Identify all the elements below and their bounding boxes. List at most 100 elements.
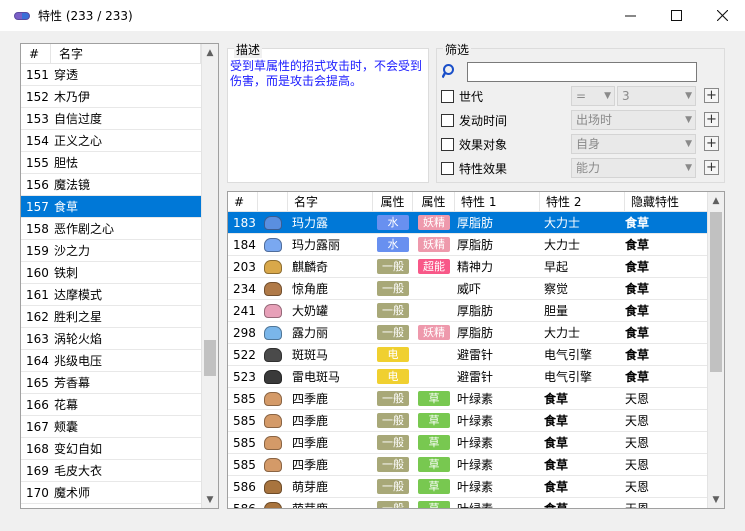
generation-checkbox[interactable] bbox=[441, 89, 454, 103]
pokemon-name: 四季鹿 bbox=[292, 458, 329, 472]
type2-cell: 草 bbox=[413, 432, 455, 453]
col-header-ability1[interactable]: 特性 1 bbox=[455, 192, 540, 211]
ability-name: 自信过度 bbox=[54, 112, 103, 126]
ability1: 叶绿素 bbox=[457, 436, 494, 450]
ability-list-item[interactable]: 160 铁刺 bbox=[21, 262, 218, 284]
ability-list-item[interactable]: 159 沙之力 bbox=[21, 240, 218, 262]
filter-row-target: 效果对象 bbox=[441, 134, 507, 154]
pokemon-table[interactable]: # 名字 属性 属性 特性 1 特性 2 隐藏特性 183 玛力露水妖精 厚脂肪 大力… bbox=[227, 191, 725, 509]
filter-row-trigger: 发动时间 bbox=[441, 110, 507, 130]
ability-list-item[interactable]: 158 恶作剧之心 bbox=[21, 218, 218, 240]
pokemon-row[interactable]: 184 玛力露丽 水妖精 厚脂肪 大力士 食草 bbox=[228, 234, 724, 256]
title-bar: 特性 (233 / 233) bbox=[0, 0, 745, 31]
ability-list-item[interactable]: 166 花幕 bbox=[21, 394, 218, 416]
pokemon-row[interactable]: 241 大奶罐 一般 厚脂肪 胆量 食草 bbox=[228, 300, 724, 322]
close-icon bbox=[716, 10, 728, 21]
pokemon-icon-cell bbox=[258, 300, 288, 321]
scroll-down-icon[interactable]: ▼ bbox=[202, 491, 218, 508]
pokemon-icon-cell bbox=[258, 454, 288, 475]
ability-list-item[interactable]: 152 木乃伊 bbox=[21, 86, 218, 108]
trigger-add-button[interactable]: + bbox=[704, 112, 719, 127]
scroll-thumb[interactable] bbox=[204, 340, 216, 376]
ability-list-item[interactable]: 151 穿透 bbox=[21, 64, 218, 86]
pokemon-name: 斑斑马 bbox=[292, 348, 329, 362]
pokemon-num: 234 bbox=[233, 282, 256, 296]
ability-list-item[interactable]: 155 胆怯 bbox=[21, 152, 218, 174]
ability-list-item[interactable]: 153 自信过度 bbox=[21, 108, 218, 130]
col-header-hidden-ability[interactable]: 隐藏特性 bbox=[625, 192, 708, 211]
generation-value-select[interactable]: 3 ▼ bbox=[617, 86, 696, 106]
zebstrika-icon bbox=[264, 369, 282, 384]
hidden-ability: 天恩 bbox=[625, 392, 650, 406]
minimize-button[interactable] bbox=[607, 0, 653, 31]
pokemon-num: 298 bbox=[233, 326, 256, 340]
window-title: 特性 (233 / 233) bbox=[38, 9, 133, 23]
close-button[interactable] bbox=[699, 0, 745, 31]
ability-list-item[interactable]: 168 变幻自如 bbox=[21, 438, 218, 460]
generation-label: 世代 bbox=[459, 89, 484, 104]
ability-list-item[interactable]: 165 芳香幕 bbox=[21, 372, 218, 394]
description-box: 描述 受到草属性的招式攻击时，不会受到伤害，而是攻击会提高。 bbox=[227, 41, 429, 183]
col-header-name[interactable]: 名字 bbox=[288, 192, 373, 211]
ability2: 食草 bbox=[544, 414, 569, 428]
pokemon-name: 大奶罐 bbox=[292, 304, 329, 318]
pokemon-row[interactable]: 586 萌芽鹿 一般草叶绿素 食草 天恩 bbox=[228, 476, 724, 498]
ability-list-item[interactable]: 164 兆级电压 bbox=[21, 350, 218, 372]
trigger-select[interactable]: 出场时 ▼ bbox=[571, 110, 696, 130]
col-header-ability2[interactable]: 特性 2 bbox=[540, 192, 625, 211]
ability-list-item[interactable]: 169 毛皮大衣 bbox=[21, 460, 218, 482]
ability-list-item[interactable]: 154 正义之心 bbox=[21, 130, 218, 152]
scroll-up-icon[interactable]: ▲ bbox=[708, 192, 724, 209]
ability-list-item[interactable]: 161 达摩模式 bbox=[21, 284, 218, 306]
effect-checkbox[interactable] bbox=[441, 161, 454, 175]
pokemon-row[interactable]: 522 斑斑马 电 避雷针 电气引擎 食草 bbox=[228, 344, 724, 366]
effect-select[interactable]: 能力 ▼ bbox=[571, 158, 696, 178]
pokemon-row[interactable]: 585 四季鹿 一般草叶绿素 食草 天恩 bbox=[228, 454, 724, 476]
col-header-num[interactable]: # bbox=[21, 44, 51, 63]
pokemon-row[interactable]: 585 四季鹿 一般草叶绿素 食草 天恩 bbox=[228, 388, 724, 410]
pokemon-row[interactable]: 586 萌芽鹿 一般草叶绿素 食草 天恩 bbox=[228, 498, 724, 509]
ability-list-item[interactable]: 170 魔术师 bbox=[21, 482, 218, 504]
ability-name: 涡轮火焰 bbox=[54, 332, 103, 346]
scroll-up-icon[interactable]: ▲ bbox=[202, 44, 218, 61]
maximize-button[interactable] bbox=[653, 0, 699, 31]
search-input[interactable] bbox=[467, 62, 697, 82]
target-add-button[interactable]: + bbox=[704, 136, 719, 151]
ability-num: 168 bbox=[26, 442, 49, 456]
target-checkbox[interactable] bbox=[441, 137, 454, 151]
ability-list-item[interactable]: 167 颊囊 bbox=[21, 416, 218, 438]
ability-list-item[interactable]: 163 涡轮火焰 bbox=[21, 328, 218, 350]
col-header-type2[interactable]: 属性 bbox=[413, 192, 455, 211]
scroll-thumb[interactable] bbox=[710, 212, 722, 372]
hidden-ability: 食草 bbox=[625, 348, 650, 362]
pokemon-row[interactable]: 523 雷电斑马 电 避雷针 电气引擎 食草 bbox=[228, 366, 724, 388]
col-header-type1[interactable]: 属性 bbox=[373, 192, 413, 211]
ability-list-item[interactable]: 157 食草 bbox=[21, 196, 218, 218]
col-header-num[interactable]: # bbox=[228, 192, 258, 211]
ability1: 叶绿素 bbox=[457, 502, 494, 509]
col-header-name[interactable]: 名字 bbox=[51, 44, 201, 63]
col-header-icon[interactable] bbox=[258, 192, 288, 211]
pokemon-row[interactable]: 585 四季鹿 一般草叶绿素 食草 天恩 bbox=[228, 432, 724, 454]
trigger-checkbox[interactable] bbox=[441, 113, 454, 127]
ability-list[interactable]: # 名字 151 穿透 152 木乃伊 153 自信过度 154 正义之心 155 胆怯 156 魔法… bbox=[20, 43, 219, 509]
target-select[interactable]: 自身 ▼ bbox=[571, 134, 696, 154]
ability-list-item[interactable]: 156 魔法镜 bbox=[21, 174, 218, 196]
ability-name: 花幕 bbox=[54, 398, 79, 412]
pokemon-row[interactable]: 183 玛力露 水妖精 厚脂肪 大力士 食草 bbox=[228, 212, 724, 234]
scroll-down-icon[interactable]: ▼ bbox=[708, 491, 724, 508]
ability-list-scrollbar[interactable]: ▲ ▼ bbox=[201, 44, 218, 508]
ability-list-item[interactable]: 162 胜利之星 bbox=[21, 306, 218, 328]
effect-add-button[interactable]: + bbox=[704, 160, 719, 175]
ability-num: 160 bbox=[26, 266, 49, 280]
pokemon-row[interactable]: 203 麒麟奇 一般 超能 精神力 早起 食草 bbox=[228, 256, 724, 278]
pokemon-row[interactable]: 298 露力丽 一般 妖精 厚脂肪 大力士 食草 bbox=[228, 322, 724, 344]
chevron-down-icon: ▼ bbox=[685, 91, 692, 101]
generation-add-button[interactable]: + bbox=[704, 88, 719, 103]
ability1: 叶绿素 bbox=[457, 458, 494, 472]
pokemon-row[interactable]: 585 四季鹿 一般草叶绿素 食草 天恩 bbox=[228, 410, 724, 432]
pokemon-num: 586 bbox=[233, 502, 256, 509]
generation-operator-select[interactable]: = ▼ bbox=[571, 86, 615, 106]
pokemon-row[interactable]: 234 惊角鹿 一般 威吓 察觉 食草 bbox=[228, 278, 724, 300]
pokemon-table-scrollbar[interactable]: ▲ ▼ bbox=[707, 192, 724, 508]
